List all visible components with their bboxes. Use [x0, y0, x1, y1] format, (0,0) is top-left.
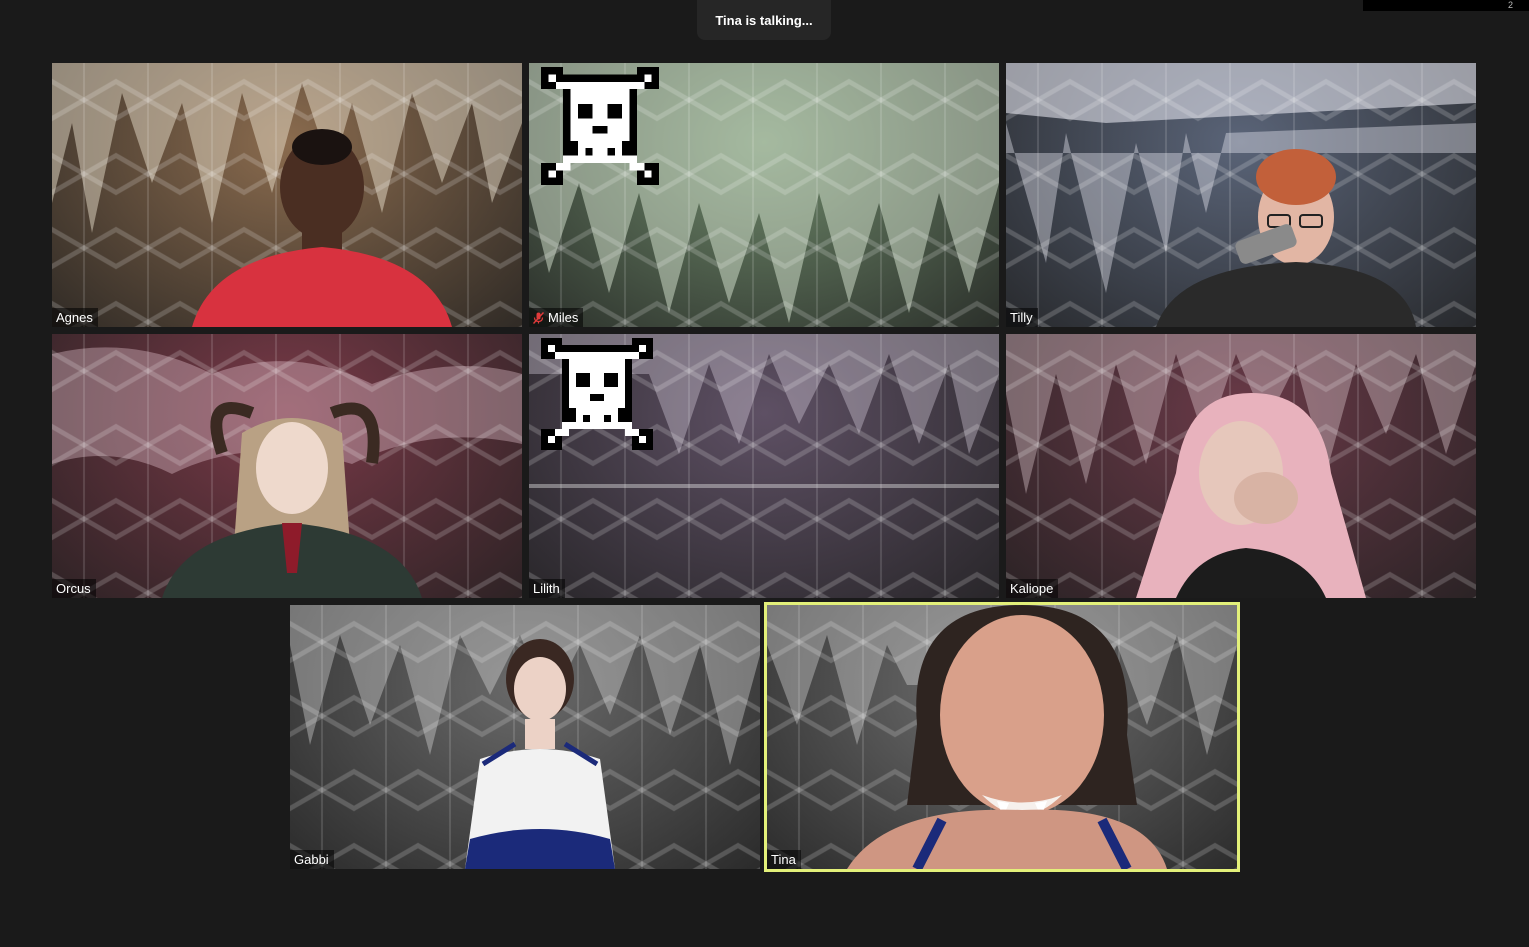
- participant-name-tag: Miles: [529, 308, 584, 327]
- mic-muted-icon: [533, 311, 544, 324]
- skull-crossbones-icon: [541, 67, 659, 185]
- video-tile-lilith[interactable]: Lilith: [529, 334, 999, 598]
- video-tile-tina[interactable]: Tina: [764, 602, 1240, 872]
- active-speaker-banner: Tina is talking...: [697, 0, 831, 40]
- participant-name: Miles: [548, 310, 579, 325]
- participant-name-tag: Agnes: [52, 308, 98, 327]
- participant-video-gabbi: [465, 639, 615, 869]
- participant-video-tilly: [1156, 149, 1416, 327]
- participant-name-tag: Tilly: [1006, 308, 1038, 327]
- participant-name: Gabbi: [294, 852, 329, 867]
- corner-indicator[interactable]: 2: [1363, 0, 1529, 11]
- video-tile-miles[interactable]: Miles: [529, 63, 999, 327]
- participant-name-tag: Orcus: [52, 579, 96, 598]
- participant-name-tag: Kaliope: [1006, 579, 1059, 598]
- participant-video-tina: [847, 605, 1167, 869]
- video-tile-agnes[interactable]: Agnes: [52, 63, 522, 327]
- video-tile-kaliope[interactable]: Kaliope: [1006, 334, 1476, 598]
- participant-name: Tina: [771, 852, 796, 867]
- participant-video-agnes: [192, 129, 452, 327]
- skull-crossbones-icon: [541, 338, 653, 450]
- participant-name-tag: Gabbi: [290, 850, 334, 869]
- participant-name-tag: Tina: [767, 850, 801, 869]
- video-tile-gabbi[interactable]: Gabbi: [290, 605, 760, 869]
- participant-video-orcus: [162, 402, 422, 598]
- participant-name-tag: Lilith: [529, 579, 565, 598]
- participant-name: Orcus: [56, 581, 91, 596]
- participant-name: Kaliope: [1010, 581, 1054, 596]
- participant-video-kaliope: [1136, 393, 1366, 598]
- participant-name: Agnes: [56, 310, 93, 325]
- video-tile-tilly[interactable]: Tilly: [1006, 63, 1476, 327]
- participant-name: Tilly: [1010, 310, 1033, 325]
- video-tile-orcus[interactable]: Orcus: [52, 334, 522, 598]
- participant-name: Lilith: [533, 581, 560, 596]
